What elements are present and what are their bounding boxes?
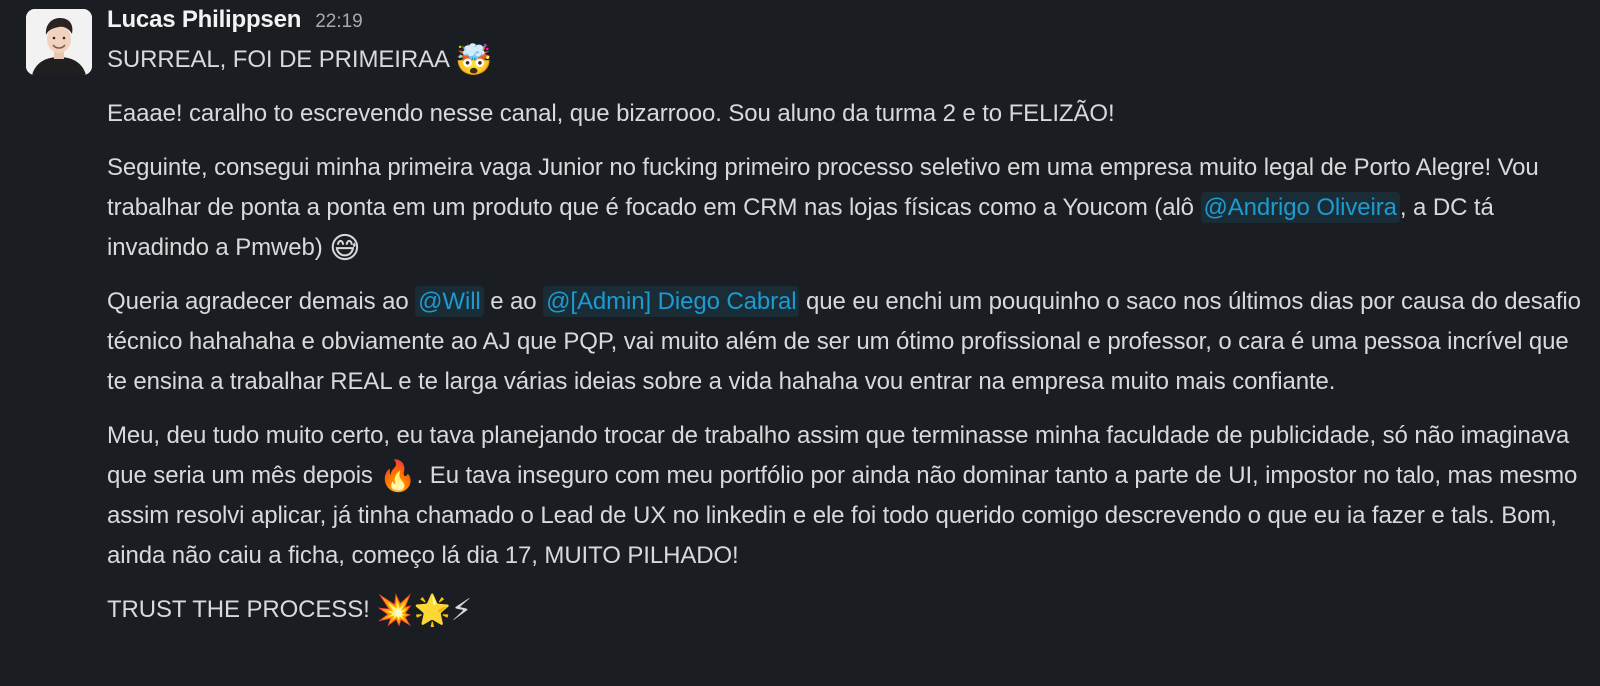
glowing-star-emoji-icon: 🌟 bbox=[413, 594, 451, 627]
message-content: Lucas Philippsen 22:19 SURREAL, FOI DE P… bbox=[107, 6, 1582, 644]
avatar-image bbox=[26, 9, 92, 75]
sweat-smile-emoji-icon: 😅 bbox=[329, 232, 361, 265]
paragraph-text: SURREAL, FOI DE PRIMEIRAA bbox=[107, 46, 449, 73]
author-name[interactable]: Lucas Philippsen bbox=[107, 6, 301, 34]
message: Lucas Philippsen 22:19 SURREAL, FOI DE P… bbox=[0, 0, 1600, 686]
lightning-emoji-icon: ⚡ bbox=[450, 594, 472, 627]
mention-will[interactable]: @Will bbox=[415, 286, 484, 317]
message-paragraph-6: TRUST THE PROCESS! 💥🌟⚡ bbox=[107, 590, 1582, 630]
paragraph-text: TRUST THE PROCESS! bbox=[107, 596, 370, 623]
mind-blown-emoji-icon: 🤯 bbox=[455, 44, 493, 77]
fire-emoji-icon: 🔥 bbox=[379, 460, 417, 493]
message-paragraph-4: Queria agradecer demais ao @Will e ao @[… bbox=[107, 282, 1582, 402]
message-paragraph-1: SURREAL, FOI DE PRIMEIRAA 🤯 bbox=[107, 40, 1582, 80]
mention-andrigo-oliveira[interactable]: @Andrigo Oliveira bbox=[1200, 192, 1400, 223]
collision-emoji-icon: 💥 bbox=[376, 594, 414, 627]
avatar[interactable] bbox=[26, 9, 92, 75]
timestamp[interactable]: 22:19 bbox=[315, 11, 363, 33]
paragraph-text: Queria agradecer demais ao bbox=[107, 288, 416, 315]
mention-diego-cabral[interactable]: @[Admin] Diego Cabral bbox=[543, 286, 800, 317]
message-header: Lucas Philippsen 22:19 bbox=[107, 6, 1582, 40]
message-paragraph-2: Eaaae! caralho to escrevendo nesse canal… bbox=[107, 100, 1115, 127]
message-paragraph-3: Seguinte, consegui minha primeira vaga J… bbox=[107, 148, 1582, 268]
message-paragraph-5: Meu, deu tudo muito certo, eu tava plane… bbox=[107, 416, 1582, 576]
paragraph-text: e ao bbox=[483, 288, 544, 315]
